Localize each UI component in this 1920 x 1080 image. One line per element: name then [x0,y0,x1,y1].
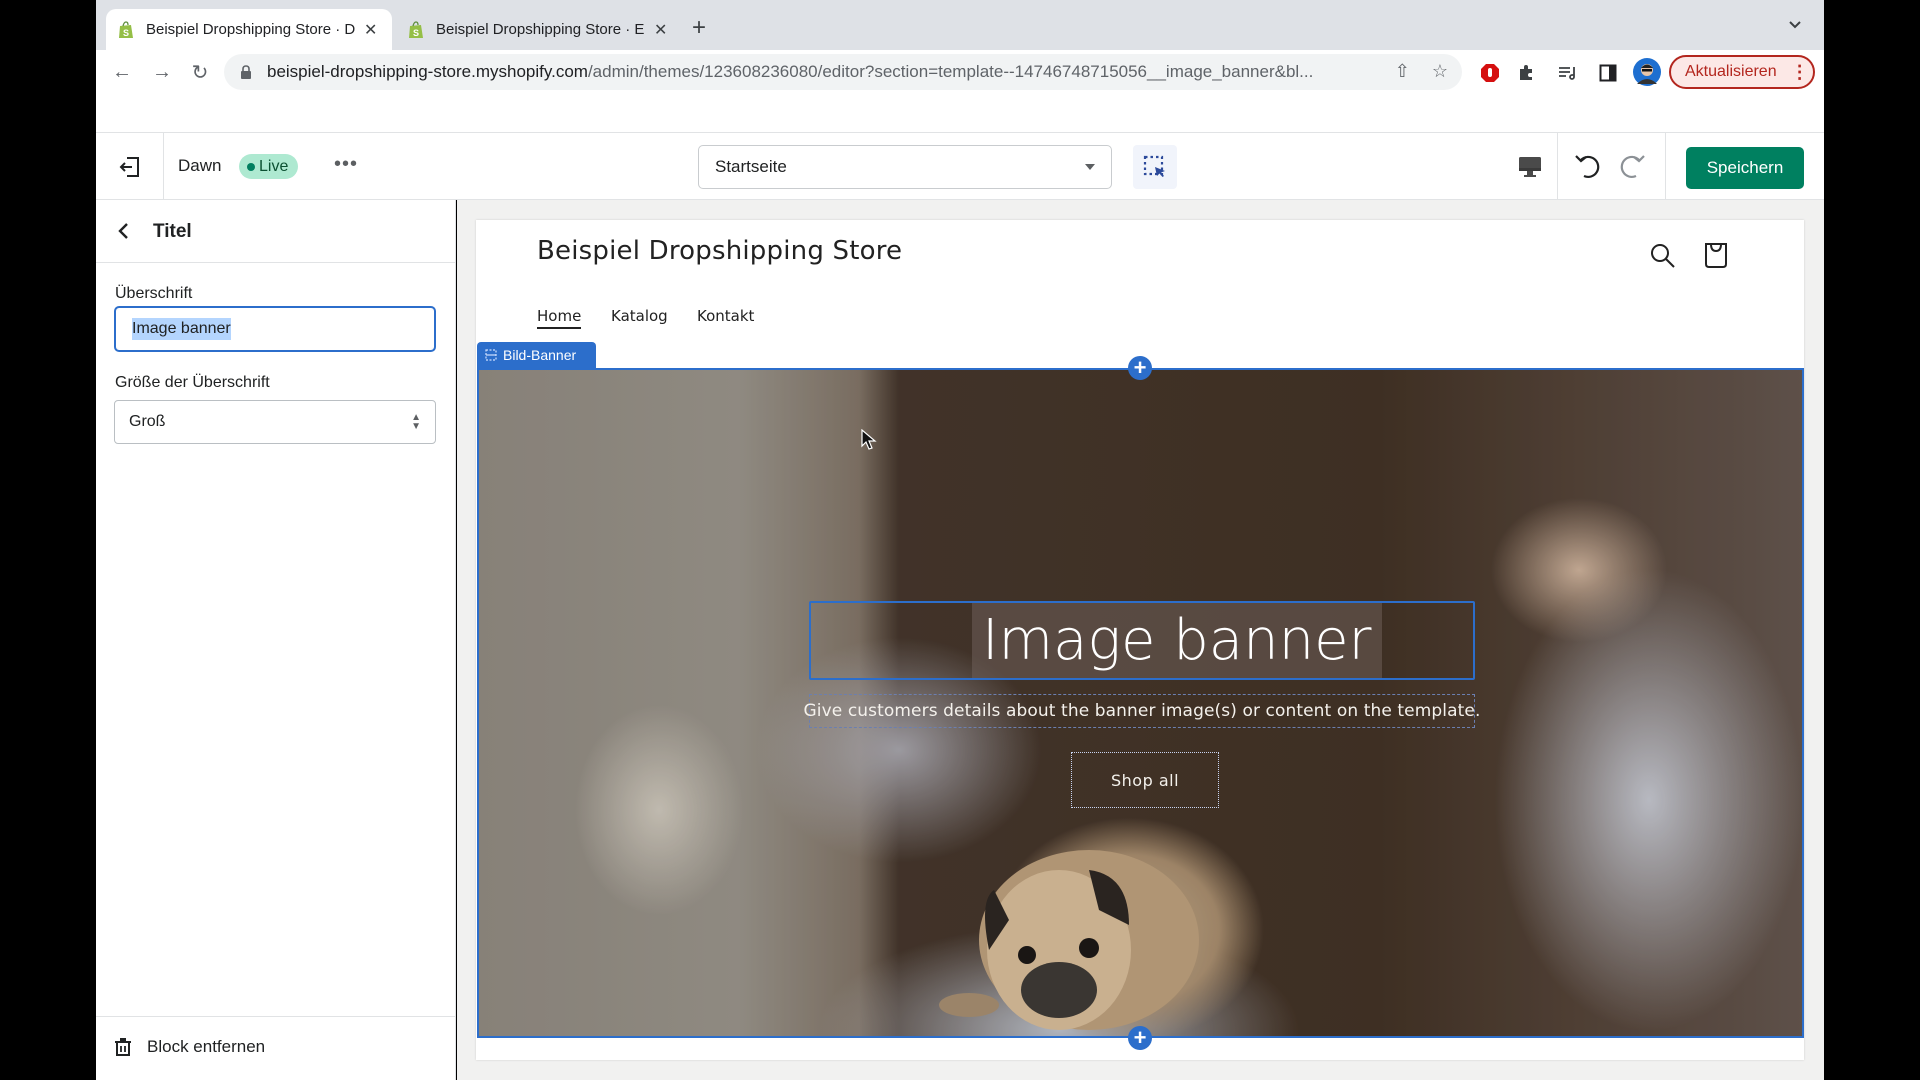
pug-image [939,850,1199,1030]
shopify-favicon-icon: S [409,20,423,38]
add-section-below-button[interactable]: + [1128,1026,1152,1050]
search-icon[interactable] [1649,242,1677,270]
store-logo-text[interactable]: Beispiel Dropshipping Store [537,236,902,266]
storefront-frame: Beispiel Dropshipping Store Home Katalog… [476,220,1804,1060]
svg-text:S: S [413,28,419,38]
save-button[interactable]: Speichern [1686,147,1804,189]
browser-tab-active[interactable]: S Beispiel Dropshipping Store · D ✕ [106,9,392,50]
tab-close-icon[interactable]: ✕ [364,20,377,40]
heading-input[interactable]: Image banner [114,306,436,352]
more-actions-button[interactable]: ••• [334,153,358,176]
svg-text:S: S [123,28,129,38]
add-section-above-button[interactable]: + [1128,356,1152,380]
sidepanel-icon[interactable] [1596,61,1620,85]
navigation-bar: ← → ↻ beispiel-dropshipping-store.myshop… [96,50,1824,95]
description-block[interactable]: Give customers details about the banner … [804,694,1480,728]
browser-chrome: S Beispiel Dropshipping Store · D ✕ S Be… [96,0,1824,132]
shopify-favicon-icon: S [119,20,133,38]
media-icon[interactable] [1556,61,1580,85]
page-select-value: Startseite [715,157,787,176]
nav-link-home[interactable]: Home [537,307,582,329]
profile-avatar[interactable] [1632,57,1662,87]
section-label-tag[interactable]: Bild-Banner [477,342,596,368]
theme-name: Dawn [178,156,222,175]
mouse-cursor-icon [861,429,877,450]
banner-heading: Image banner [972,603,1382,678]
desktop-icon [1519,157,1541,177]
nav-link-kontakt[interactable]: Kontakt [697,307,754,325]
tab-close-icon[interactable]: ✕ [654,20,667,40]
live-status-badge: Live [239,154,299,179]
heading-size-select[interactable]: Groß ▲ ▼ [114,400,436,444]
exit-editor-button[interactable] [96,133,164,200]
update-button[interactable]: Aktualisieren ⋮ [1669,55,1815,89]
divider [1665,133,1666,200]
remove-block-label: Block entfernen [147,1037,266,1056]
url-host: beispiel-dropshipping-store.myshopify.co… [267,62,588,81]
back-icon[interactable]: ← [110,60,134,84]
shop-all-button[interactable]: Shop all [1071,752,1219,808]
heading-size-label: Größe der Überschrift [115,374,270,391]
extensions-icon[interactable] [1514,61,1538,85]
heading-field-label: Überschrift [115,285,193,302]
share-icon[interactable]: ⇧ [1395,61,1410,82]
nav-link-katalog[interactable]: Katalog [611,307,668,325]
select-arrows-icon: ▲ ▼ [411,412,421,432]
url-path: /admin/themes/123608236080/editor?sectio… [587,62,1314,81]
chevron-down-icon[interactable] [1788,18,1802,32]
caret-down-icon [1085,164,1095,170]
undo-icon[interactable] [1572,151,1604,183]
remove-block-button[interactable]: Block entfernen [115,1037,265,1057]
adblock-icon[interactable] [1478,61,1502,85]
update-label: Aktualisieren [1685,63,1777,80]
heading-size-value: Groß [129,413,166,430]
sidebar-footer: Block entfernen [96,1016,455,1080]
tab-title: Beispiel Dropshipping Store · E [436,21,645,38]
heading-input-value: Image banner [132,318,231,340]
banner-description: Give customers details about the banner … [803,701,1481,721]
store-preview: Beispiel Dropshipping Store Home Katalog… [457,200,1824,1080]
tab-strip: S Beispiel Dropshipping Store · D ✕ S Be… [96,0,1824,50]
tab-title: Beispiel Dropshipping Store · D [146,21,356,38]
reload-icon[interactable]: ↻ [188,60,212,84]
divider [1557,133,1558,200]
sidebar-header: Titel [96,200,455,263]
trash-icon [115,1038,131,1056]
forward-icon[interactable]: → [150,60,174,84]
back-chevron-icon[interactable] [114,220,134,242]
inspector-toggle-button[interactable] [1133,145,1177,189]
heading-block-selected[interactable]: Image banner [809,601,1475,680]
sidebar-title: Titel [153,221,192,242]
settings-sidebar: Titel Überschrift Image banner Größe der… [96,200,456,1080]
page-template-select[interactable]: Startseite [698,145,1112,189]
select-element-icon [1143,155,1165,177]
image-banner-section[interactable]: Image banner Give customers details abou… [477,368,1804,1038]
exit-icon [119,156,139,177]
star-icon[interactable]: ☆ [1432,61,1448,82]
lock-icon [241,65,251,79]
editor-toolbar: Dawn Live ••• Startseite Speichern [96,132,1824,200]
address-bar[interactable]: beispiel-dropshipping-store.myshopify.co… [224,54,1462,90]
live-dot-icon [247,162,255,171]
redo-icon[interactable] [1616,151,1648,183]
live-label: Live [259,157,289,175]
cart-icon[interactable] [1702,240,1730,270]
new-tab-button[interactable]: + [692,14,706,42]
section-icon [485,349,497,361]
kebab-icon: ⋮ [1790,62,1809,82]
desktop-view-button[interactable] [1514,151,1546,183]
browser-tab[interactable]: S Beispiel Dropshipping Store · E ✕ [396,9,682,50]
section-label: Bild-Banner [503,347,577,363]
